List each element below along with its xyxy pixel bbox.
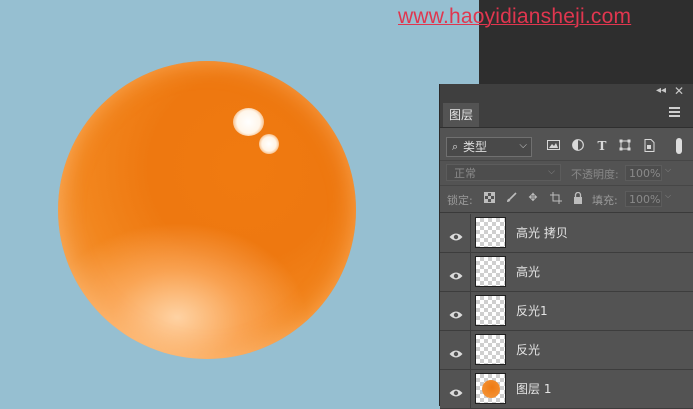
divider [470, 331, 471, 369]
chevron-down-icon[interactable]: ⌵ [665, 191, 671, 201]
layer-row[interactable]: 高光 拷贝 [440, 214, 693, 253]
divider [470, 292, 471, 330]
opacity-input[interactable]: 100% [625, 165, 662, 181]
layer-name[interactable]: 图层 1 [516, 370, 551, 408]
chevron-down-icon: ⌵ [548, 167, 555, 177]
lock-label: 锁定: [447, 194, 473, 207]
layer-thumbnail [475, 256, 506, 287]
eye-icon[interactable] [449, 227, 463, 241]
filter-kind-select[interactable]: ⌕ 类型 ⌵ [446, 137, 532, 157]
chevron-down-icon: ⌵ [519, 140, 527, 151]
filter-kind-label: 类型 [463, 140, 488, 154]
layer-thumbnail [475, 217, 506, 248]
lock-fill-row: 锁定: ✥ 填充: 100% ⌵ [440, 186, 693, 213]
eye-icon[interactable] [449, 344, 463, 358]
lock-move-icon[interactable]: ✥ [527, 192, 539, 204]
shape-filter-icon[interactable] [618, 139, 632, 153]
panel-tab-bar: 图层 [440, 101, 693, 128]
lock-artboard-icon[interactable] [550, 192, 562, 204]
layer-thumbnail [475, 295, 506, 326]
layer-row[interactable]: 高光 [440, 253, 693, 292]
layer-name[interactable]: 高光 拷贝 [516, 214, 568, 252]
tab-layers[interactable]: 图层 [443, 103, 479, 127]
collapse-icon[interactable]: ◂◂ [656, 85, 666, 96]
filter-toggle-switch[interactable] [676, 138, 682, 154]
blend-opacity-row: 正常 ⌵ 不透明度: 100% ⌵ [440, 161, 693, 186]
watermark-text: www.haoyidiansheji.com [398, 5, 632, 28]
layer-name[interactable]: 反光 [516, 331, 540, 369]
chevron-down-icon[interactable]: ⌵ [665, 165, 671, 175]
panel-menu-icon[interactable] [669, 107, 680, 117]
layers-panel: ◂◂ ✕ 图层 ⌕ 类型 ⌵ T 正常 ⌵ 不透明度: 100% ⌵ 锁定: ✥… [439, 84, 693, 409]
opacity-label: 不透明度: [571, 168, 619, 181]
divider [470, 214, 471, 252]
layer-row[interactable]: 图层 1 [440, 370, 693, 409]
eye-icon[interactable] [449, 266, 463, 280]
layer-name[interactable]: 反光1 [516, 292, 548, 330]
adjustment-filter-icon[interactable] [571, 139, 585, 153]
layer-row[interactable]: 反光1 [440, 292, 693, 331]
smart-object-filter-icon[interactable] [642, 139, 656, 153]
lock-transparent-icon[interactable] [483, 192, 495, 204]
blend-mode-select[interactable]: 正常 ⌵ [446, 164, 561, 181]
divider [470, 370, 471, 408]
search-icon: ⌕ [452, 140, 459, 153]
layer-name[interactable]: 高光 [516, 253, 540, 291]
divider [470, 253, 471, 291]
close-icon[interactable]: ✕ [674, 84, 684, 98]
layer-thumbnail [475, 334, 506, 365]
layer-thumbnail [475, 373, 506, 404]
sphere-thumbnail-icon [482, 380, 500, 398]
blend-mode-value: 正常 [454, 167, 476, 180]
eye-icon[interactable] [449, 383, 463, 397]
layer-filter-row: ⌕ 类型 ⌵ T [440, 132, 693, 161]
lock-all-icon[interactable] [572, 191, 584, 204]
eye-icon[interactable] [449, 305, 463, 319]
orange-sphere [58, 61, 356, 359]
lock-paint-icon[interactable] [505, 192, 517, 204]
type-filter-icon[interactable]: T [595, 139, 609, 153]
sphere-highlight-small [259, 134, 279, 154]
fill-label: 填充: [592, 194, 618, 207]
layer-row[interactable]: 反光 [440, 331, 693, 370]
sphere-highlight-large [233, 108, 264, 136]
fill-input[interactable]: 100% [625, 191, 662, 207]
panel-header-strip: ◂◂ ✕ [440, 84, 693, 101]
layer-list: 高光 拷贝 高光 反光1 反光 图层 1 [440, 214, 693, 409]
image-filter-icon[interactable] [546, 139, 560, 153]
